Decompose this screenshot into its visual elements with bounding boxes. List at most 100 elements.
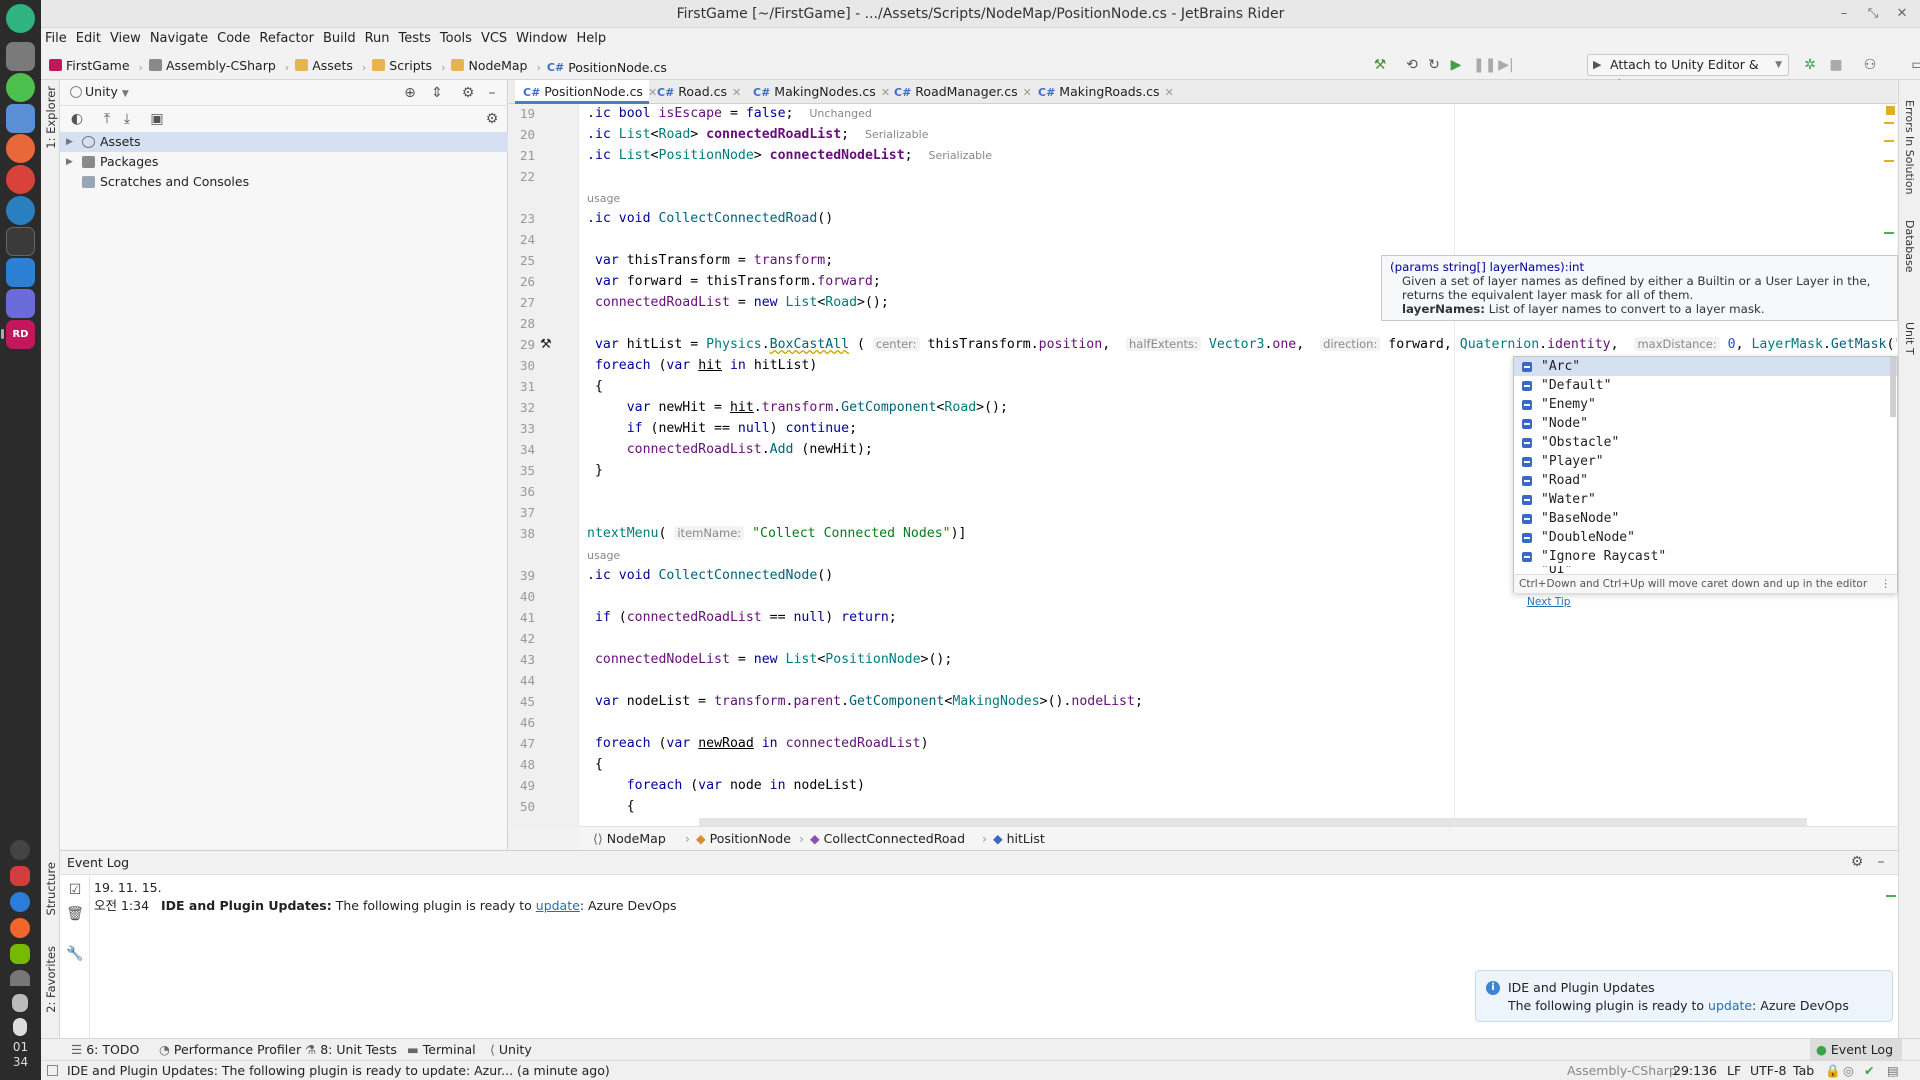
terminal-icon[interactable] <box>6 227 35 256</box>
status-line-separator[interactable]: LF <box>1727 1061 1741 1080</box>
horizontal-scrollbar[interactable] <box>699 818 1807 826</box>
explorer-view-select[interactable]: Unity ▼ <box>85 84 129 99</box>
tab-makingroads[interactable]: C# MakingRoads.cs ✕ <box>1030 80 1174 104</box>
database-tool-button[interactable]: Database <box>1903 220 1916 273</box>
play-icon[interactable]: ▶ <box>1447 56 1465 74</box>
run-configuration-select[interactable]: ▶ Attach to Unity Editor & Play ▼ <box>1587 54 1789 92</box>
expand-arrow-icon[interactable]: ▶ <box>66 132 73 152</box>
tree-item-assets[interactable]: ▶ Assets <box>60 132 508 152</box>
trash-icon[interactable]: 🗑 <box>66 905 84 923</box>
unity-tool-button[interactable]: ⟨ Unity <box>490 1039 532 1060</box>
hide-icon[interactable]: – <box>483 84 501 102</box>
tree-item-packages[interactable]: ▶ Packages <box>60 152 508 172</box>
inspector-icon[interactable]: ◎ <box>1843 1061 1854 1080</box>
blender-icon[interactable] <box>6 134 35 163</box>
lock-icon[interactable]: 🔒 <box>1825 1061 1841 1080</box>
log-update-link[interactable]: update <box>536 898 580 913</box>
usage-hint[interactable]: usage <box>587 192 620 205</box>
locate-icon[interactable]: ⊕ <box>401 84 419 102</box>
completion-item[interactable]: "Player" <box>1514 452 1897 471</box>
close-tab-icon[interactable]: ✕ <box>1165 86 1174 99</box>
structure-tool-button[interactable]: Structure <box>44 862 58 916</box>
completion-item[interactable]: "BaseNode" <box>1514 509 1897 528</box>
nvidia-icon[interactable] <box>10 944 30 964</box>
todo-tool-button[interactable]: ☰ 6: TODO <box>71 1039 139 1060</box>
clipboard-icon[interactable] <box>13 1018 27 1036</box>
app-icon-top[interactable] <box>6 4 35 33</box>
menu-help[interactable]: Help <box>572 28 611 50</box>
warning-stripe[interactable] <box>1884 122 1894 124</box>
crumb-class[interactable]: ◆ PositionNode <box>696 827 791 850</box>
completion-scrollbar[interactable] <box>1890 357 1896 417</box>
menu-run[interactable]: Run <box>361 28 395 50</box>
event-log-tool-button[interactable]: ● Event Log <box>1810 1039 1902 1060</box>
menu-build[interactable]: Build <box>319 28 361 50</box>
menu-tools[interactable]: Tools <box>436 28 477 50</box>
wrench-icon[interactable]: 🔧 <box>66 945 84 963</box>
completion-item[interactable]: "Arc" <box>1514 357 1897 376</box>
status-encoding[interactable]: UTF-8 <box>1750 1061 1786 1080</box>
gear-icon[interactable]: ⚙ <box>1848 853 1866 871</box>
unit-tests-tool-button[interactable]: Unit T <box>1903 322 1916 355</box>
vscode-icon[interactable] <box>6 258 35 287</box>
opera-icon[interactable] <box>6 165 35 194</box>
attach-icon[interactable]: ⚇ <box>1861 56 1879 74</box>
gear-icon[interactable]: ⚙ <box>459 84 477 102</box>
step-icon[interactable]: ▶| <box>1497 56 1515 74</box>
completion-item[interactable]: "Default" <box>1514 376 1897 395</box>
wifi-icon[interactable] <box>10 970 30 986</box>
mark-read-icon[interactable]: ☑ <box>66 881 84 899</box>
build-hammer-icon[interactable]: ⚒ <box>1371 56 1389 74</box>
menu-code[interactable]: Code <box>213 28 255 50</box>
layout-icon[interactable]: ▭ <box>1909 56 1920 74</box>
unity-icon[interactable] <box>6 289 35 318</box>
stop-icon[interactable]: ■ <box>1827 56 1845 74</box>
crumb-solution[interactable]: FirstGame <box>49 50 130 80</box>
menu-window[interactable]: Window <box>512 28 572 50</box>
tab-roadmanager[interactable]: C# RoadManager.cs ✕ <box>886 80 1032 104</box>
restore-icon[interactable]: ⤡ <box>1863 4 1883 24</box>
memory-icon[interactable]: ▤ <box>1887 1061 1899 1080</box>
crumb-nodemap[interactable]: NodeMap <box>451 50 528 80</box>
crumb-assets[interactable]: Assets <box>295 50 353 80</box>
music-icon[interactable] <box>12 994 28 1012</box>
crumb-method[interactable]: ◆ CollectConnectedRoad <box>810 827 965 850</box>
collapse-icon[interactable]: ⇕ <box>428 84 446 102</box>
crumb-namespace[interactable]: ⟨⟩ NodeMap <box>593 827 666 850</box>
crumb-file[interactable]: C# PositionNode.cs <box>547 53 667 83</box>
desktop-icon[interactable] <box>6 42 35 71</box>
completion-item[interactable]: "Enemy" <box>1514 395 1897 414</box>
firefox-tray-icon[interactable] <box>10 918 30 938</box>
completion-item[interactable]: "Water" <box>1514 490 1897 509</box>
steam-tray-icon[interactable] <box>10 840 30 860</box>
completion-item[interactable]: "DoubleNode" <box>1514 528 1897 547</box>
completion-item[interactable]: "Obstacle" <box>1514 433 1897 452</box>
chrome-icon[interactable] <box>6 73 35 102</box>
completion-item[interactable]: "Ignore Raycast" <box>1514 547 1897 566</box>
tab-road[interactable]: C# Road.cs ✕ <box>649 80 745 104</box>
rider-icon[interactable]: RD <box>6 320 35 349</box>
menu-view[interactable]: View <box>106 28 146 50</box>
change-stripe[interactable] <box>1884 232 1894 234</box>
hide-icon[interactable]: – <box>1872 853 1890 871</box>
favorites-tool-button[interactable]: 2: Favorites <box>44 946 58 1013</box>
explorer-tool-button[interactable]: 1: Explorer <box>44 86 58 149</box>
files-icon[interactable] <box>6 104 35 133</box>
completion-item[interactable]: "Road" <box>1514 471 1897 490</box>
status-caret-position[interactable]: 29:136 <box>1673 1061 1717 1080</box>
crumb-scripts[interactable]: Scripts <box>372 50 432 80</box>
crumb-project[interactable]: Assembly-CSharp <box>148 50 276 80</box>
bluetooth-icon[interactable] <box>10 892 30 912</box>
profiler-tool-button[interactable]: ◔ Performance Profiler <box>159 1039 301 1060</box>
tab-positionnode[interactable]: C# PositionNode.cs ✕ <box>515 80 657 104</box>
warning-stripe[interactable] <box>1884 140 1894 142</box>
preview-icon[interactable]: ▣ <box>148 110 166 128</box>
collapse-all-icon[interactable]: ⤒ <box>98 110 116 128</box>
menu-navigate[interactable]: Navigate <box>146 28 213 50</box>
balloon-update-link[interactable]: update <box>1708 998 1752 1013</box>
warning-stripe[interactable] <box>1884 160 1894 162</box>
completion-item[interactable]: "Node" <box>1514 414 1897 433</box>
pause-icon[interactable]: ❚❚ <box>1473 56 1496 74</box>
debug-bug-icon[interactable]: ✲ <box>1801 56 1819 74</box>
tab-makingnodes[interactable]: C# MakingNodes.cs ✕ <box>745 80 890 104</box>
